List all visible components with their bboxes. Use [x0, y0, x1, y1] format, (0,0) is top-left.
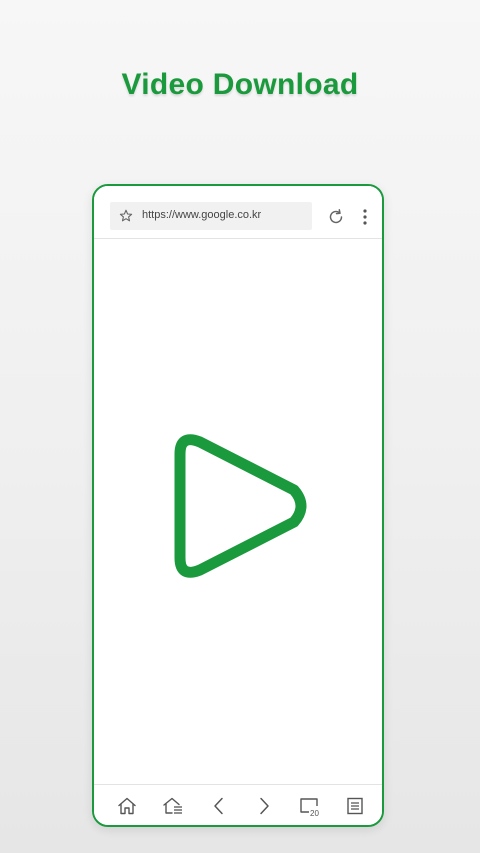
address-bar: https://www.google.co.kr: [94, 186, 382, 239]
chevron-left-icon[interactable]: [208, 795, 230, 817]
tabs-icon[interactable]: 20: [298, 795, 320, 817]
web-content: [94, 239, 382, 784]
reload-icon[interactable]: [327, 208, 345, 226]
list-icon[interactable]: [344, 795, 366, 817]
chevron-right-icon[interactable]: [253, 795, 275, 817]
play-icon: [170, 428, 312, 584]
more-vertical-icon[interactable]: [361, 208, 369, 226]
headline: Video Download: [121, 68, 359, 101]
tab-count: 20: [310, 809, 319, 817]
url-field[interactable]: https://www.google.co.kr: [110, 202, 312, 230]
bottom-toolbar: 20: [94, 784, 382, 825]
home-icon[interactable]: [116, 795, 138, 817]
url-text: https://www.google.co.kr: [142, 209, 262, 221]
phone-frame: https://www.google.co.kr 20: [92, 184, 384, 827]
star-icon[interactable]: [118, 208, 134, 224]
home-list-icon[interactable]: [162, 795, 184, 817]
